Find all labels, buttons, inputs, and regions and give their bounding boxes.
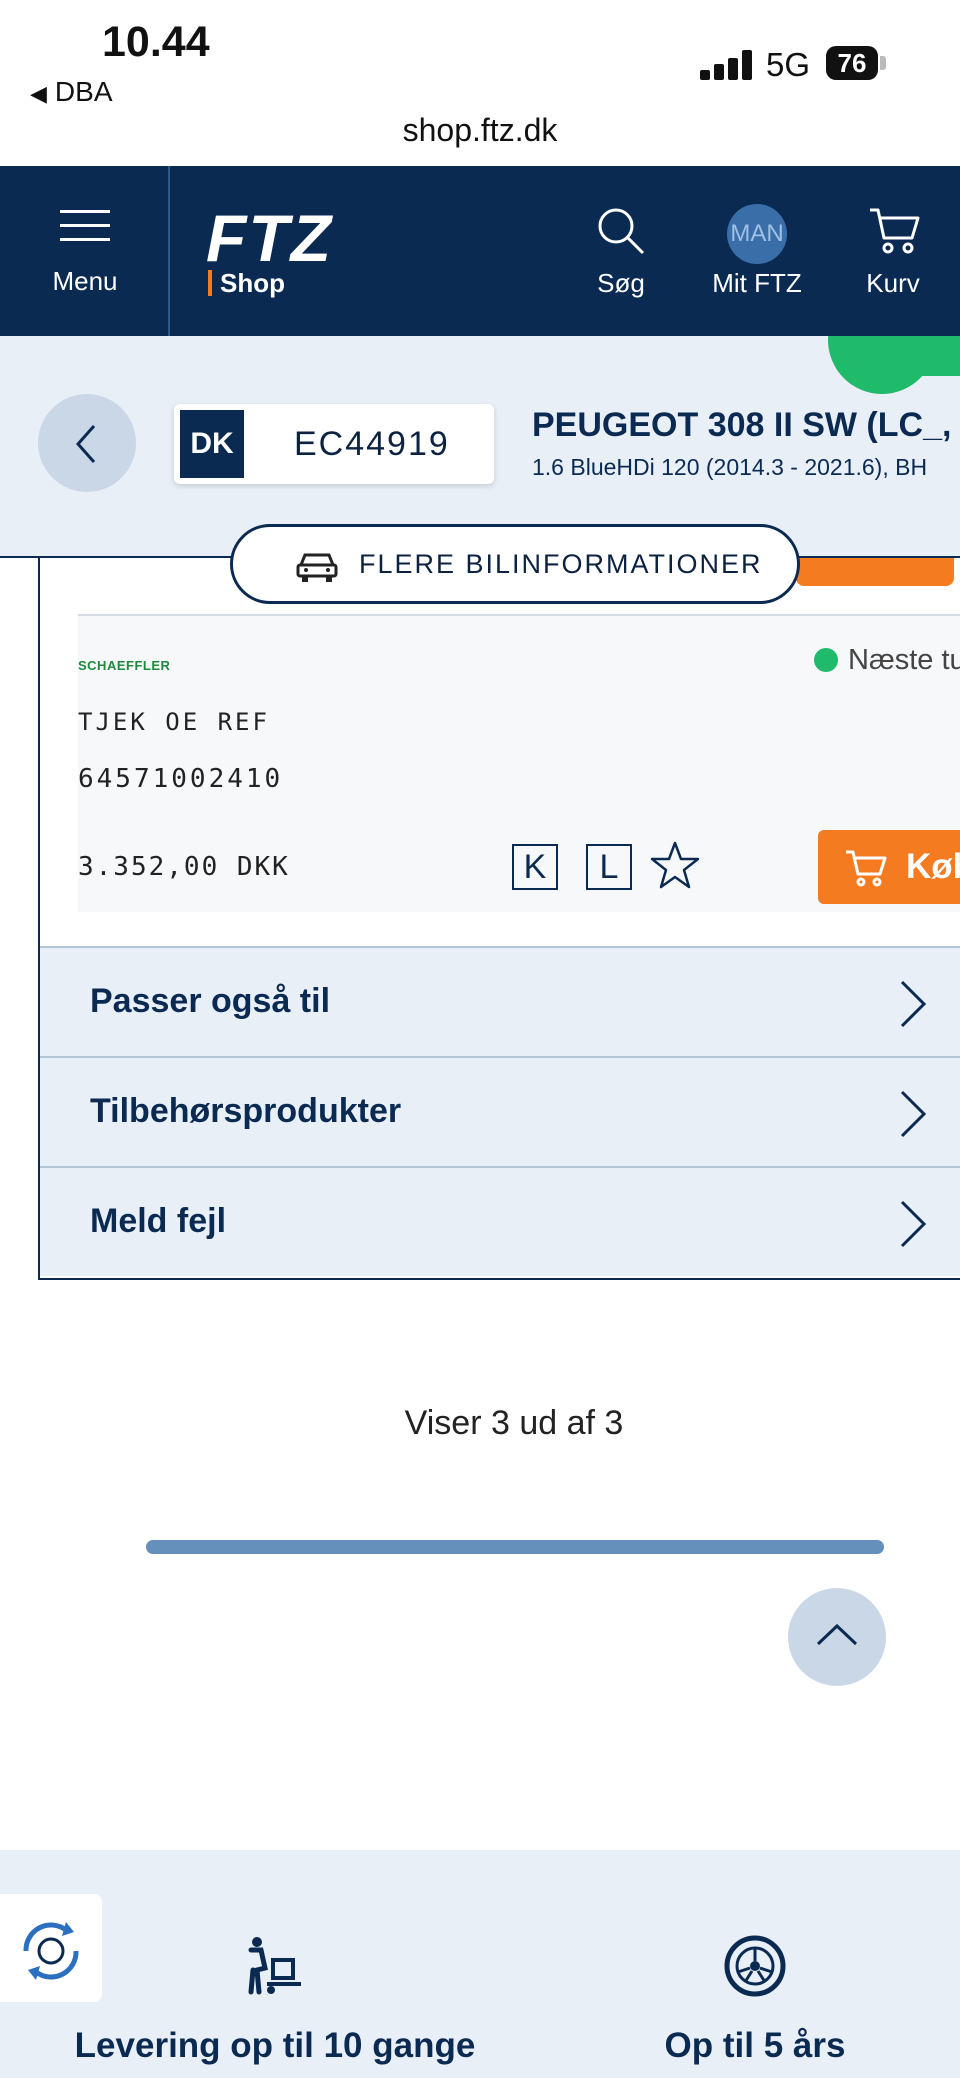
menu-button[interactable]: Menu — [0, 166, 170, 336]
availability-status: Næste tur — [814, 644, 960, 677]
chevron-right-icon — [900, 1200, 927, 1248]
buy-label: Køb — [906, 847, 960, 886]
availability-label: Næste tur — [848, 644, 960, 676]
address-bar-url[interactable]: shop.ftz.dk — [0, 112, 960, 149]
delivery-person-icon — [248, 1937, 301, 1995]
cart-icon — [846, 850, 887, 887]
more-vehicle-info-button[interactable]: FLERE BILINFORMATIONER — [230, 524, 800, 604]
footer-features: Levering op til 10 gange Op til 5 års — [0, 1850, 960, 2078]
scroll-to-top-button[interactable] — [788, 1588, 886, 1686]
ftz-logo[interactable]: FTZ — [206, 200, 333, 276]
signal-strength-icon — [700, 50, 752, 80]
search-icon — [598, 208, 645, 255]
results-progress-bar — [146, 1540, 884, 1554]
battery-cap — [880, 56, 886, 70]
vehicle-description: 1.6 BlueHDi 120 (2014.3 - 2021.6), BH — [532, 454, 928, 480]
feature-label: Levering op til 10 gange — [74, 2026, 476, 2065]
accordion-label: Meld fejl — [90, 1202, 227, 1240]
feature-delivery: Levering op til 10 gange — [60, 1850, 490, 2078]
status-bar: 10.44 ◀ DBA 5G 76 shop.ftz.dk — [0, 0, 960, 160]
more-info-label: FLERE BILINFORMATIONER — [359, 549, 763, 579]
part-number: 64571002410 — [78, 764, 284, 794]
back-to-app-link[interactable]: ◀ DBA — [30, 76, 113, 108]
plate-number: EC44919 — [294, 425, 450, 463]
buy-button[interactable]: Køb — [818, 830, 960, 904]
plate-country: DK — [180, 410, 244, 478]
product-price: 3.352,00 DKK — [78, 852, 290, 882]
account-button[interactable]: MAN Mit FTZ — [700, 166, 814, 336]
feature-tire-warranty: Op til 5 års — [640, 1850, 870, 2078]
availability-dot — [814, 648, 838, 672]
product-panel: SCHAEFFLER Næste tur TJEK OE REF 6457100… — [38, 558, 960, 1280]
site-header: Menu FTZ Shop Søg MAN Mit FTZ Kurv — [0, 166, 960, 336]
flag-l-badge[interactable]: L — [586, 844, 632, 890]
hamburger-icon — [60, 210, 110, 242]
back-app-label: DBA — [54, 76, 113, 107]
battery-icon: 76 — [826, 46, 878, 80]
back-triangle-icon: ◀ — [30, 81, 47, 106]
feature-label: Op til 5 års — [664, 2026, 846, 2065]
chevron-up-icon — [816, 1623, 858, 1646]
search-button[interactable]: Søg — [580, 166, 662, 336]
menu-label: Menu — [52, 266, 118, 296]
license-plate[interactable]: DK EC44919 — [174, 404, 494, 484]
chat-toggle[interactable] — [900, 336, 960, 376]
product-note: TJEK OE REF — [78, 708, 270, 736]
car-icon — [296, 553, 338, 582]
logo-shop-label: Shop — [208, 270, 285, 296]
chevron-left-icon — [75, 425, 96, 463]
vehicle-name: PEUGEOT 308 II SW (LC_, L — [532, 406, 960, 444]
star-icon[interactable] — [650, 840, 700, 890]
accordion-report-error[interactable]: Meld fejl — [40, 1166, 960, 1276]
status-time: 10.44 — [102, 18, 210, 66]
product-card: SCHAEFFLER Næste tur TJEK OE REF 6457100… — [78, 614, 960, 912]
accordion-label: Passer også til — [90, 982, 331, 1020]
results-count: Viser 3 ud af 3 — [404, 1404, 624, 1442]
account-label: Mit FTZ — [712, 268, 802, 298]
tire-icon — [724, 1935, 786, 1997]
chevron-right-icon — [900, 980, 927, 1028]
accordion-accessories[interactable]: Tilbehørsprodukter — [40, 1056, 960, 1166]
cart-label: Kurv — [866, 268, 920, 298]
back-button[interactable] — [38, 394, 136, 492]
network-type: 5G — [766, 46, 811, 83]
cart-icon — [870, 208, 920, 254]
accordion-label: Tilbehørsprodukter — [90, 1092, 402, 1130]
chevron-right-icon — [900, 1090, 927, 1138]
results-progress-fill — [146, 1540, 884, 1554]
search-label: Søg — [597, 268, 645, 298]
cart-button[interactable]: Kurv — [850, 166, 936, 336]
flag-k-badge[interactable]: K — [512, 844, 558, 890]
previous-buy-button-edge[interactable] — [796, 558, 954, 586]
brand-logo: SCHAEFFLER — [78, 658, 171, 673]
avatar: MAN — [727, 204, 787, 264]
accordion-fits-also[interactable]: Passer også til — [40, 946, 960, 1056]
